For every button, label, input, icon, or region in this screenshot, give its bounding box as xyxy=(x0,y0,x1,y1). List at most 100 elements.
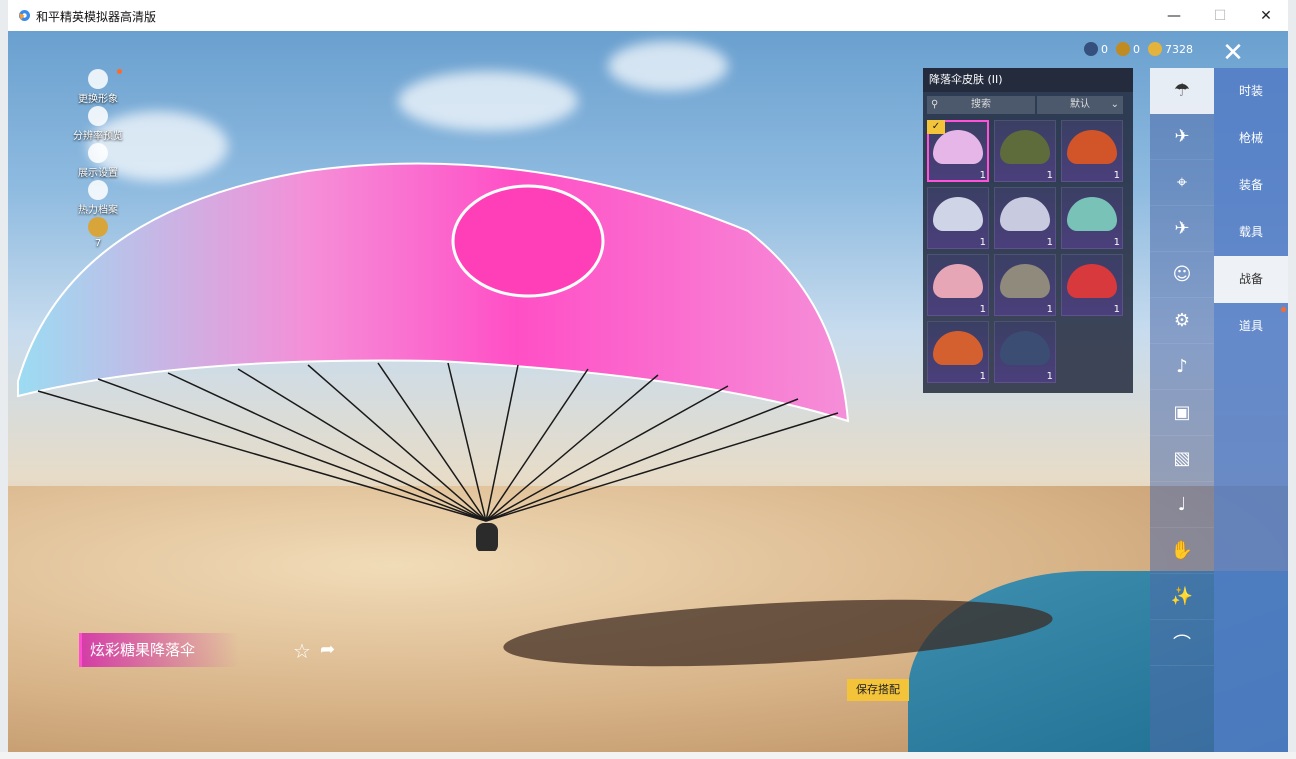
sort-dropdown[interactable]: 默认 ⌄ xyxy=(1037,96,1123,114)
app-window: 和平精英模拟器高清版 — ☐ ✕ 更换形象 分辨率预览 展示设置 热力档案 7 … xyxy=(8,0,1288,752)
drone-icon[interactable]: ⌖ xyxy=(1150,160,1214,206)
category-tab[interactable]: 枪械 xyxy=(1214,115,1288,162)
parachute-thumb-icon xyxy=(933,331,983,365)
currency-badge: 0 xyxy=(1116,42,1140,56)
subcategory-column: ☂ ✈ ⌖ ✈ ☺ ⚙ ♪ ▣ ▧ ♩ ✋ ✨ ⌒ xyxy=(1150,68,1214,752)
hand-icon[interactable]: ✋ xyxy=(1150,528,1214,574)
app-logo-icon xyxy=(19,10,30,21)
currency-bar: 0 0 7328 xyxy=(1084,39,1193,59)
category-tab[interactable]: 时装 xyxy=(1214,68,1288,115)
parachute-item[interactable]: 1 xyxy=(1061,254,1123,316)
level-badge-icon xyxy=(88,217,108,237)
background-strip xyxy=(0,752,1296,759)
close-window-button[interactable]: ✕ xyxy=(1243,0,1289,31)
wand-icon[interactable]: ✨ xyxy=(1150,574,1214,620)
globe-coin-icon xyxy=(1084,42,1098,56)
item-count: 1 xyxy=(1113,304,1120,315)
person-icon xyxy=(88,69,108,89)
resolution-preview-button[interactable]: 分辨率预览 xyxy=(68,106,128,143)
close-icon[interactable]: ✕ xyxy=(1214,37,1252,69)
glider-icon[interactable]: ✈ xyxy=(1150,114,1214,160)
flame-icon xyxy=(88,180,108,200)
parachute-item[interactable]: 1 xyxy=(994,187,1056,249)
maximize-button[interactable]: ☐ xyxy=(1197,0,1243,31)
flare-icon[interactable]: ♩ xyxy=(1150,482,1214,528)
speaker-icon[interactable]: ♪ xyxy=(1150,344,1214,390)
parachute-thumb-icon xyxy=(1067,197,1117,231)
share-icon[interactable]: ➦ xyxy=(320,639,335,660)
item-count: 1 xyxy=(979,371,986,382)
item-count: 1 xyxy=(1046,170,1053,181)
category-tab[interactable]: 战备 xyxy=(1214,256,1288,303)
robot-icon[interactable]: ⚙ xyxy=(1150,298,1214,344)
category-tab[interactable]: 载具 xyxy=(1214,209,1288,256)
heat-profile-button[interactable]: 热力档案 xyxy=(68,180,128,217)
currency-value: 0 xyxy=(1133,42,1140,56)
game-view: 更换形象 分辨率预览 展示设置 热力档案 7 炫彩糖果降落伞 ☆ ➦ 保存搭配 xyxy=(8,31,1288,752)
parachute-thumb-icon xyxy=(1067,130,1117,164)
menu-label: 展示设置 xyxy=(78,168,118,179)
left-menu: 更换形象 分辨率预览 展示设置 热力档案 7 xyxy=(68,69,128,254)
skin-panel: 降落伞皮肤 (II) ⚲ 搜索 默认 ⌄ ✓ 1 1 1 1 1 1 1 1 1 1 1 xyxy=(923,68,1133,393)
parachute-thumb-icon xyxy=(933,130,983,164)
item-grid: ✓ 1 1 1 1 1 1 1 1 1 1 1 xyxy=(923,118,1133,385)
menu-label: 分辨率预览 xyxy=(73,131,123,142)
category-tab[interactable]: 道具 xyxy=(1214,303,1288,350)
box-icon[interactable]: ▣ xyxy=(1150,390,1214,436)
change-appearance-button[interactable]: 更换形象 xyxy=(68,69,128,106)
parachute-item[interactable]: 1 xyxy=(1061,187,1123,249)
parachute-item[interactable]: 1 xyxy=(927,254,989,316)
level-value: 7 xyxy=(94,238,102,249)
item-name-banner: 炫彩糖果降落伞 xyxy=(79,633,239,667)
parachute-item[interactable]: 1 xyxy=(927,321,989,383)
item-count: 1 xyxy=(1113,170,1120,181)
sort-label: 默认 xyxy=(1070,99,1090,110)
parachute-item[interactable]: 1 xyxy=(1061,120,1123,182)
hat-icon[interactable]: ⌒ xyxy=(1150,620,1214,666)
category-column: 时装 枪械 装备 载具 战备 道具 xyxy=(1214,68,1288,752)
panel-title: 降落伞皮肤 (II) xyxy=(923,68,1133,92)
item-count: 1 xyxy=(979,237,986,248)
parachute-thumb-icon xyxy=(933,264,983,298)
plane-icon[interactable]: ✈ xyxy=(1150,206,1214,252)
parachute-thumb-icon xyxy=(1000,197,1050,231)
item-count: 1 xyxy=(1046,304,1053,315)
currency-value: 7328 xyxy=(1165,42,1193,56)
badge-coin-icon xyxy=(1116,42,1130,56)
search-icon: ⚲ xyxy=(931,99,939,110)
item-count: 1 xyxy=(979,170,986,181)
parachute-item[interactable]: 1 xyxy=(927,187,989,249)
level-badge-button[interactable]: 7 xyxy=(68,217,128,254)
parachute-item[interactable]: 1 xyxy=(994,120,1056,182)
favorite-star-icon[interactable]: ☆ xyxy=(293,639,311,663)
save-outfit-button[interactable]: 保存搭配 xyxy=(847,679,909,701)
photo-icon[interactable]: ▧ xyxy=(1150,436,1214,482)
parachute-item[interactable]: ✓ 1 xyxy=(927,120,989,182)
parachute-item[interactable]: 1 xyxy=(994,254,1056,316)
notification-dot xyxy=(1281,307,1286,312)
chevron-down-icon: ⌄ xyxy=(1110,99,1119,110)
parachute-thumb-icon xyxy=(1000,130,1050,164)
parachute-thumb-icon xyxy=(1000,264,1050,298)
parachute-item[interactable]: 1 xyxy=(994,321,1056,383)
currency-globe: 0 xyxy=(1084,42,1108,56)
face-icon[interactable]: ☺ xyxy=(1150,252,1214,298)
currency-gold: 7328 xyxy=(1148,42,1193,56)
parachute-model xyxy=(17,162,850,551)
title-bar: 和平精英模拟器高清版 — ☐ ✕ xyxy=(8,0,1288,31)
notification-dot xyxy=(117,69,122,74)
parachute-thumb-icon xyxy=(933,197,983,231)
gear-icon xyxy=(88,106,108,126)
minimize-button[interactable]: — xyxy=(1151,0,1197,31)
item-count: 1 xyxy=(1113,237,1120,248)
category-tab[interactable]: 装备 xyxy=(1214,162,1288,209)
menu-label: 热力档案 xyxy=(78,205,118,216)
item-count: 1 xyxy=(1046,237,1053,248)
parachute-icon[interactable]: ☂ xyxy=(1150,68,1214,114)
search-box[interactable]: ⚲ 搜索 xyxy=(927,96,1035,114)
display-settings-button[interactable]: 展示设置 xyxy=(68,143,128,180)
item-count: 1 xyxy=(1046,371,1053,382)
parachute-thumb-icon xyxy=(1067,264,1117,298)
parachute-thumb-icon xyxy=(1000,331,1050,365)
search-label: 搜索 xyxy=(971,99,991,110)
